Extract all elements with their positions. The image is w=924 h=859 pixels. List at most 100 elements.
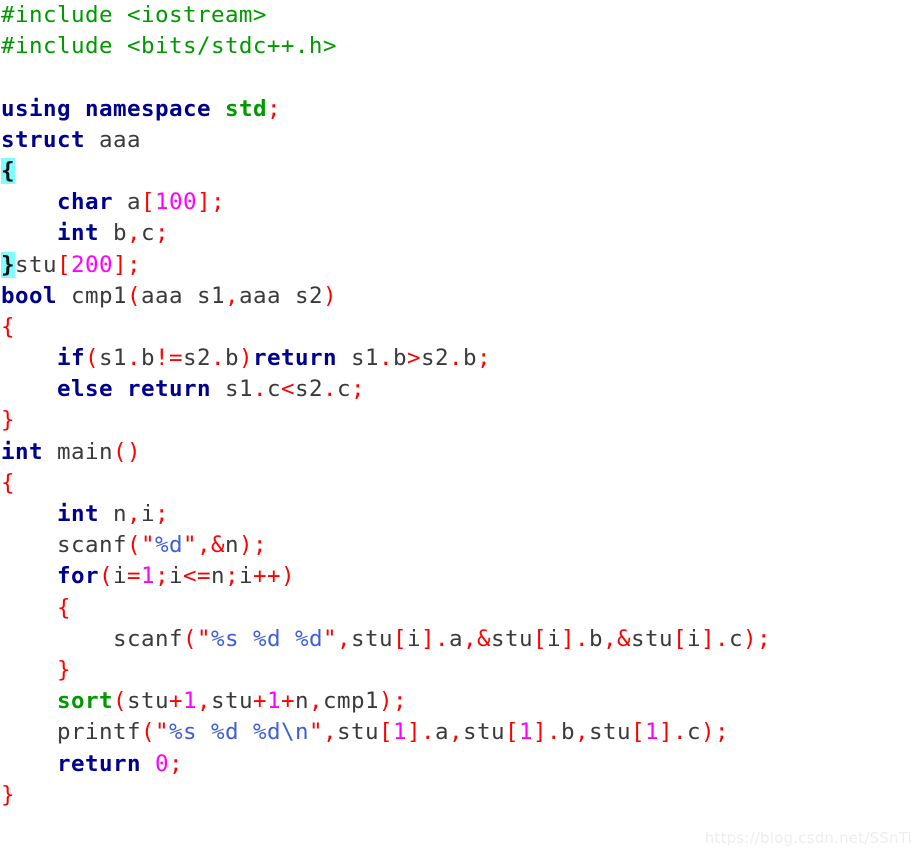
code-token: );	[238, 532, 267, 559]
code-token: )	[281, 563, 295, 590]
code-token: a	[434, 719, 449, 746]
code-token: ,	[602, 625, 617, 652]
code-token: &	[210, 532, 225, 559]
code-token: c	[266, 376, 281, 403]
code-token: #include <iostream>	[1, 2, 267, 28]
code-token: printf	[57, 719, 141, 746]
code-token: 1	[267, 688, 281, 715]
code-token: [	[630, 719, 645, 746]
code-token: 1	[644, 719, 659, 746]
code-line: char a[100];	[0, 187, 924, 218]
code-token: stu	[462, 719, 505, 746]
code-token: );	[379, 688, 407, 715]
code-token: ++	[253, 563, 281, 590]
code-token: 1	[392, 719, 407, 746]
code-token: ,	[127, 501, 141, 527]
code-token: 1	[141, 563, 155, 590]
code-token: (	[85, 345, 99, 372]
code-token: %d	[210, 719, 239, 746]
code-token: n	[295, 688, 309, 715]
code-token: [	[672, 625, 687, 652]
code-token: c	[728, 625, 743, 652]
code-token: )	[322, 282, 337, 309]
code-token: }	[1, 781, 15, 808]
code-token: c	[336, 376, 351, 403]
code-token: (	[182, 625, 197, 652]
code-token: %d	[252, 719, 281, 746]
code-line: for(i=1;i<=n;i++)	[0, 561, 924, 592]
code-token: n	[211, 563, 225, 590]
code-token: b	[462, 345, 477, 372]
code-line: }	[0, 780, 924, 811]
code-token: aaa s1	[141, 282, 225, 309]
code-token: }	[1, 251, 15, 278]
code-token: %d	[252, 625, 281, 652]
code-token: std	[224, 95, 267, 122]
watermark-text: https://blog.csdn.net/SSnTi	[704, 829, 912, 847]
code-token: ,	[574, 719, 589, 746]
code-token: {	[1, 157, 15, 184]
code-token: [	[141, 189, 155, 216]
code-token: main	[57, 438, 113, 465]
code-line: scanf("%s %d %d",stu[i].a,&stu[i].b,&stu…	[0, 624, 924, 655]
code-token: &	[616, 625, 631, 652]
code-token: ].	[532, 719, 561, 746]
code-line: return 0;	[0, 749, 924, 780]
code-token: stu	[15, 251, 57, 278]
code-token: ].	[420, 625, 449, 652]
code-token: ;	[266, 95, 281, 122]
code-token: {	[1, 469, 15, 496]
code-token: .	[127, 345, 141, 372]
code-token: s2	[420, 345, 449, 372]
code-token: ,	[462, 625, 477, 652]
code-token: ].	[406, 719, 435, 746]
code-token: (	[140, 719, 155, 746]
code-token: sort	[57, 688, 113, 715]
code-token: b	[225, 345, 239, 372]
code-token: stu	[127, 688, 169, 715]
code-line: if(s1.b!=s2.b)return s1.b>s2.b;	[0, 343, 924, 374]
code-token: ;	[155, 220, 169, 247]
code-line: #include <bits/stdc++.h>	[0, 31, 924, 62]
code-token: ,	[448, 719, 463, 746]
code-token: scanf	[112, 625, 183, 652]
code-token: ,	[127, 220, 141, 247]
code-token: (	[127, 282, 141, 309]
code-token: i	[141, 501, 155, 527]
code-token: (	[99, 563, 113, 590]
code-token: );	[700, 719, 729, 746]
code-token: int	[57, 501, 99, 527]
code-lines-container: #include <iostream> #include <bits/stdc++…	[0, 0, 924, 811]
code-token: =	[127, 563, 141, 590]
code-token: c	[141, 220, 155, 247]
code-token: i	[239, 563, 253, 590]
code-line: int n,i;	[0, 499, 924, 530]
code-token: .	[322, 376, 337, 403]
code-line: }	[0, 655, 924, 686]
code-token: {	[1, 313, 15, 340]
code-token: 100	[155, 189, 197, 216]
code-token: ,	[309, 688, 323, 715]
code-token: i	[113, 563, 127, 590]
code-line: int b,c;	[0, 218, 924, 249]
code-token: if	[57, 345, 85, 372]
code-token: .	[252, 376, 267, 403]
code-token: for	[57, 563, 99, 590]
code-token: ;	[476, 345, 491, 372]
code-token: <=	[183, 563, 211, 590]
code-token: s1	[99, 345, 127, 372]
